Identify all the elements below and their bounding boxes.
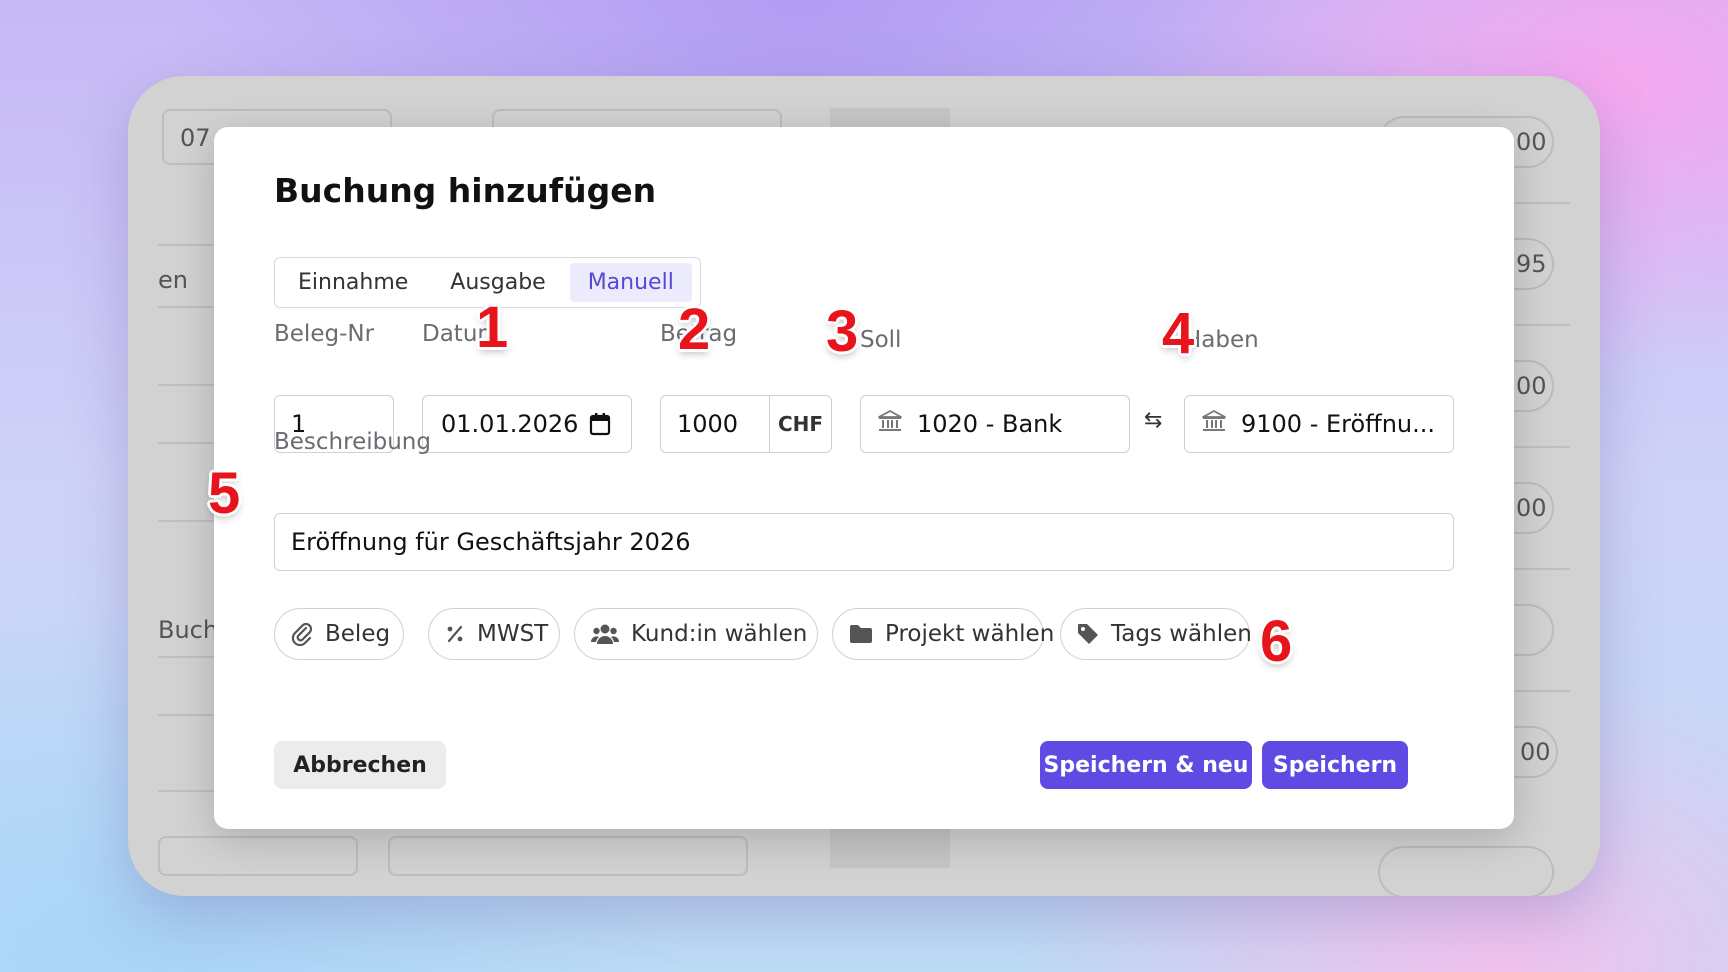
annotation-3: 3 [826,299,859,364]
bank-icon [861,409,917,439]
beleg-button[interactable]: Beleg [274,608,404,660]
beschreibung-label: Beschreibung [274,429,431,455]
betrag-value: 1000 [677,410,739,438]
bg-text: 07 [180,124,211,152]
bg-divider [158,714,218,716]
bank-icon [1185,409,1241,439]
tags-label: Tags wählen [1111,621,1252,647]
projekt-label: Projekt wählen [885,621,1055,647]
dialog-title: Buchung hinzufügen [274,171,657,210]
bg-input-3 [158,836,358,876]
soll-label: Soll [860,327,902,353]
percent-icon [447,625,463,643]
bg-divider [158,442,218,444]
haben-value: 9100 - Eröffnu... [1241,410,1436,438]
bg-text: 95 [1516,250,1547,278]
bg-input-4 [388,836,748,876]
bg-divider [158,790,218,792]
bg-text: en [158,266,188,294]
beleg-label: Beleg [325,621,391,647]
bg-divider [158,244,218,246]
bg-text: 00 [1520,738,1551,766]
users-icon [591,624,619,644]
betrag-input[interactable]: 1000 CHF [660,395,832,453]
projekt-button[interactable]: Projekt wählen [832,608,1054,660]
datum-value: 01.01.2026 [441,410,579,438]
soll-select[interactable]: 1020 - Bank [860,395,1130,453]
calendar-icon[interactable] [589,412,611,442]
annotation-4: 4 [1162,301,1195,366]
datum-input[interactable]: 01.01.2026 [422,395,632,453]
bg-text: 00 [1516,128,1547,156]
bg-text: 00 [1516,372,1547,400]
bg-divider [158,656,218,658]
bg-text: 00 [1516,494,1547,522]
add-booking-dialog: Buchung hinzufügen Einnahme Ausgabe Manu… [208,127,1514,829]
annotation-6: 6 [1260,609,1293,674]
haben-label: Haben [1184,327,1259,353]
beschreibung-value: Eröffnung für Geschäftsjahr 2026 [291,528,691,556]
save-button[interactable]: Speichern [1262,741,1408,789]
beschreibung-input[interactable]: Eröffnung für Geschäftsjahr 2026 [274,513,1454,571]
bg-divider [158,306,218,308]
tag-icon [1078,624,1098,644]
mwst-label: MWST [477,621,549,647]
currency-suffix: CHF [769,396,831,452]
tags-button[interactable]: Tags wählen [1060,608,1252,660]
kunde-label: Kund:in wählen [631,621,808,647]
annotation-5: 5 [208,461,241,526]
haben-select[interactable]: 9100 - Eröffnu... [1184,395,1454,453]
beleg-nr-label: Beleg-Nr [274,321,375,347]
annotation-1: 1 [476,295,509,360]
soll-value: 1020 - Bank [917,410,1063,438]
folder-icon [850,625,872,643]
tab-manuell[interactable]: Manuell [569,263,692,302]
tab-einnahme[interactable]: Einnahme [280,263,426,302]
bg-divider [158,384,218,386]
mwst-button[interactable]: MWST [428,608,560,660]
swap-arrows-icon[interactable]: ⇆ [1144,408,1162,433]
save-and-new-button[interactable]: Speichern & neu [1040,741,1252,789]
annotation-2: 2 [678,297,711,362]
paperclip-icon [291,622,313,646]
cancel-button[interactable]: Abbrechen [274,741,446,789]
bg-amount-pill [1378,846,1554,896]
kunde-button[interactable]: Kund:in wählen [574,608,818,660]
